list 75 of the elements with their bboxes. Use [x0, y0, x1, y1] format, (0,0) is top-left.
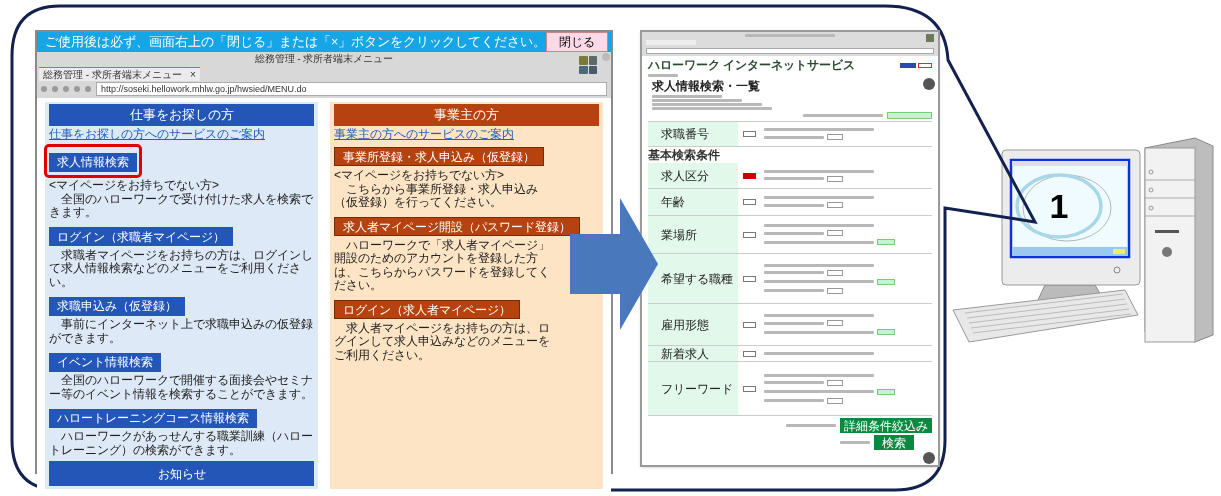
panel-header: 仕事をお探しの方 — [49, 104, 314, 126]
blurred-text — [764, 231, 824, 235]
menu-button[interactable]: ログイン（求人者マイページ） — [334, 299, 520, 319]
row-label: フリーワード — [661, 381, 733, 396]
description-text: <マイページをお持ちでない方> — [49, 179, 220, 192]
notice-text: ご使用後は必ず、画面右上の「閉じる」または「×」ボタンをクリックしてください。 — [45, 33, 547, 51]
description-text: <マイページをお持ちでない方> — [334, 169, 505, 183]
description-text: 全国のハローワークで受け付けた求人を検索できます。 — [49, 192, 314, 220]
scroll-top-icon[interactable] — [923, 78, 935, 90]
row-label: 業場所 — [661, 227, 697, 242]
input-field[interactable] — [827, 175, 843, 182]
condition-button[interactable] — [887, 112, 932, 119]
blurred-text — [764, 271, 824, 274]
detail-search-button[interactable]: 詳細条件絞込み — [840, 418, 932, 433]
description-text: 求職者マイページをお持ちの方は、ログインして求人情報検索などのメニューをご利用ください。 — [49, 248, 314, 289]
row-label: 年齢 — [661, 195, 685, 209]
row-label: 希望する職種 — [661, 271, 733, 286]
blurred-text — [764, 381, 824, 384]
section-title: 基本検索条件 — [648, 147, 721, 163]
window-title: 総務管理 - 求所者端末メニュー — [254, 53, 394, 65]
row-label: 求職番号 — [661, 127, 709, 141]
input-field[interactable] — [827, 379, 843, 386]
description-text: 事前にインターネット上で求職申込みの仮登録ができます。 — [49, 318, 314, 345]
service-link[interactable]: 事業主の方へのサービスのご案内 — [334, 127, 514, 141]
blurred-text — [764, 135, 824, 139]
menu-button[interactable]: ログイン（求職者マイページ） — [49, 227, 233, 246]
scroll-top-icon[interactable] — [923, 452, 935, 464]
blurred-text — [764, 321, 824, 325]
url-field[interactable] — [646, 48, 934, 54]
url-field[interactable]: http://soseki.hellowork.mhlw.go.jp/hwsied/MENU.do — [96, 82, 607, 96]
tab-close[interactable]: × — [189, 68, 196, 81]
description-text: 全国のハローワークで開催する面接会やセミナー等のイベント情報を検索することができます。 — [49, 374, 314, 401]
row-label: 求人区分 — [661, 168, 709, 183]
description-text: こちらから事業所登録・求人申込み（仮登録）を行ってください。 — [334, 182, 539, 210]
header-button[interactable] — [918, 62, 932, 68]
input-field[interactable] — [827, 397, 843, 404]
row-label: 雇用形態 — [661, 317, 709, 332]
tab-title: 総務管理 - 求所者端末メニュー — [43, 68, 182, 81]
blurred-text — [648, 74, 678, 77]
input-field[interactable] — [827, 320, 843, 326]
description-text: ハローワークがあっせんする職業訓練（ハロートレーニング）の検索ができます。 — [49, 430, 314, 457]
site-name: ハローワーク インターネットサービス — [648, 58, 856, 72]
menu-button[interactable]: 求職申込み（仮登録） — [49, 296, 185, 316]
select-button[interactable] — [877, 329, 895, 335]
input-field[interactable] — [827, 287, 843, 294]
panel-header: 事業主の方 — [334, 104, 599, 126]
header-button[interactable] — [900, 62, 916, 68]
page-title: 求人情報検索・一覧 — [652, 79, 760, 93]
search-button[interactable]: 検索 — [874, 435, 914, 450]
input-field[interactable] — [827, 202, 843, 208]
service-link[interactable]: 仕事をお探しの方へのサービスのご案内 — [49, 127, 265, 141]
input-field[interactable] — [827, 269, 843, 276]
close-button[interactable]: 閉じる — [546, 32, 609, 52]
select-button[interactable] — [877, 388, 895, 395]
menu-button[interactable]: 求人者マイページ開設（パスワード登録） — [334, 216, 580, 236]
description-text: 求人者マイページをお持ちの方は、ログインして求人申込みなどのメニューをご利用ください。 — [334, 321, 551, 362]
menu-button[interactable]: イベント情報検索 — [49, 352, 161, 372]
input-field[interactable] — [827, 134, 843, 140]
menu-button[interactable]: 求人情報検索 — [49, 152, 137, 172]
menu-button[interactable]: ハロートレーニングコース情報検索 — [49, 408, 257, 428]
screen-number: 1 — [1049, 187, 1069, 225]
menu-button[interactable]: 事業所登録・求人申込み（仮登録） — [334, 147, 544, 166]
blurred-text — [764, 399, 824, 402]
blurred-text — [764, 289, 824, 292]
select-button[interactable] — [877, 239, 895, 245]
browser-tab[interactable]: 総務管理 - 求所者端末メニュー × — [39, 67, 200, 81]
description-text: ハローワークで「求人者マイページ」開設のためのアカウントを登録した方は、こちらからパスワードを登録してください。 — [334, 238, 551, 293]
notice-button[interactable]: お知らせ — [49, 461, 314, 486]
blurred-text — [840, 441, 870, 444]
row-label: 新着求人 — [661, 346, 709, 361]
blurred-text — [786, 424, 836, 427]
input-field[interactable] — [827, 230, 843, 236]
blurred-text — [764, 177, 824, 180]
select-button[interactable] — [877, 278, 895, 285]
blurred-text — [764, 203, 824, 207]
